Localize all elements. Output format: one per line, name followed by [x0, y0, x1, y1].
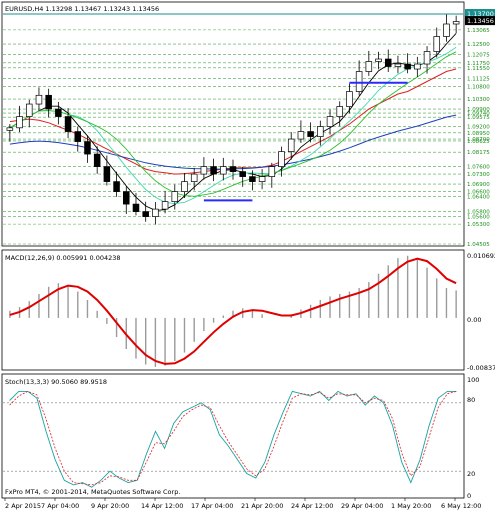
candle-body — [355, 71, 363, 92]
candle-body — [336, 106, 343, 117]
candle-body — [190, 173, 198, 182]
candle-body — [258, 176, 266, 182]
time-label: 21 Apr 20:00 — [241, 502, 283, 510]
candle-body — [229, 166, 237, 172]
candle-body — [423, 51, 431, 65]
macd-label: MACD(12,26,9) 0.005991 0.004238 — [5, 254, 121, 262]
candle-body — [346, 91, 353, 107]
candle-body — [152, 208, 159, 217]
price-axis-tick: 1.05600 — [467, 215, 490, 221]
price-axis-tick: 1.12500 — [467, 42, 490, 48]
macd-axis-bottom: -0.008378 — [467, 364, 495, 372]
price-axis-tick: 1.12075 — [467, 53, 490, 59]
candle-body — [200, 166, 208, 175]
time-axis: 2 Apr 2015 7 Apr 04:00 9 Apr 20:00 14 Apr 1… — [4, 498, 481, 510]
time-label: 24 Apr 12:00 — [291, 502, 333, 510]
macd-axis-zero: 0.00 — [467, 316, 481, 324]
price-axis-tick: 1.06400 — [467, 195, 490, 201]
candle-body — [375, 58, 382, 62]
candle-body — [64, 116, 72, 132]
candle-body — [171, 191, 179, 202]
macd-axis-top: 0.010692 — [467, 252, 495, 260]
stoch-axis-100: 100 — [467, 376, 479, 384]
price-axis-tick: 1.07600 — [467, 165, 490, 171]
stoch-axis-80: 80 — [467, 396, 475, 404]
candle-body — [55, 108, 62, 117]
candle-body — [278, 151, 285, 167]
candle-body — [45, 94, 52, 110]
time-label: 1 May 20:00 — [391, 502, 431, 510]
candle-body — [414, 63, 421, 70]
time-label: 14 Apr 12:00 — [141, 502, 183, 510]
price-axis-tick: 1.04505 — [467, 242, 490, 248]
candle-body — [181, 181, 188, 192]
chart-canvas: 1.130651.125001.120751.117501.115501.111… — [1, 1, 495, 510]
candle-body — [249, 176, 256, 182]
candle-body — [25, 103, 33, 117]
candle-body — [443, 23, 450, 37]
candle-body — [365, 61, 373, 72]
time-label: 2 Apr 2015 — [5, 502, 41, 510]
candle-body — [268, 166, 276, 177]
stoch-label: Stoch(13,3,3) 90.5060 89.9518 — [5, 378, 107, 386]
candle-body — [74, 131, 82, 142]
price-axis-tick: 1.10300 — [467, 97, 490, 103]
candle-body — [384, 58, 392, 67]
time-label: 17 Apr 04:00 — [191, 502, 233, 510]
copyright-text: FxPro MT4, © 2001-2014, MetaQuotes Softw… — [5, 488, 180, 496]
candle-body — [16, 116, 23, 129]
candle-body — [394, 63, 402, 67]
chart-window: 1.13065 1.12500 1.12075 1.11750 1.11550 1.111… — [0, 0, 495, 510]
price-axis-tick: 1.09575 — [467, 115, 490, 121]
candle-body — [317, 126, 324, 137]
candle-body — [161, 201, 169, 210]
candle-body — [103, 166, 111, 182]
candle-body — [220, 166, 227, 175]
price-axis-tick: 1.11125 — [467, 76, 490, 82]
candle-body — [93, 153, 101, 167]
time-label: 7 Apr 04:00 — [41, 502, 79, 510]
candle-body — [132, 203, 140, 212]
candle-body — [326, 116, 334, 127]
candle-body — [433, 36, 441, 52]
candle-body — [35, 94, 43, 105]
price-axis-tick: 1.09200 — [467, 125, 490, 131]
candle-body — [113, 181, 120, 192]
candle-body — [404, 63, 411, 70]
price-axis-tick: 1.05300 — [467, 222, 490, 228]
time-label: 29 Apr 04:00 — [341, 502, 383, 510]
candle-body — [210, 166, 217, 175]
current-price-text: 1.13456 — [467, 17, 494, 25]
candle-body — [6, 127, 14, 131]
price-axis-tick: 1.11550 — [467, 66, 490, 72]
stoch-panel — [1, 373, 465, 499]
price-axis-tick: 1.08950 — [467, 131, 490, 137]
price-axis-tick: 1.08625 — [467, 139, 490, 145]
stoch-axis-0: 0 — [467, 492, 471, 500]
candle-body — [142, 211, 149, 217]
stoch-axis-20: 20 — [467, 470, 475, 478]
price-axis-tick: 1.06900 — [467, 182, 490, 188]
price-axis-tick: 1.08175 — [467, 150, 490, 156]
time-label: 9 Apr 20:00 — [91, 502, 129, 510]
candle-body — [239, 171, 246, 177]
price-axis-tick: 1.07300 — [467, 172, 490, 178]
price-axis-tick: 1.10800 — [467, 85, 490, 91]
candle-body — [452, 21, 460, 25]
candle-body — [297, 131, 305, 140]
candle-body — [307, 131, 314, 137]
candle-body — [287, 138, 295, 152]
macd-panel — [1, 249, 465, 371]
candle-body — [84, 141, 91, 155]
price-axis-tick: 1.13065 — [467, 28, 490, 34]
time-label: 6 May 12:00 — [441, 502, 481, 510]
symbol-info: EURUSD,H4 1.13298 1.13467 1.13243 1.1345… — [5, 5, 159, 13]
candle-body — [123, 191, 130, 205]
